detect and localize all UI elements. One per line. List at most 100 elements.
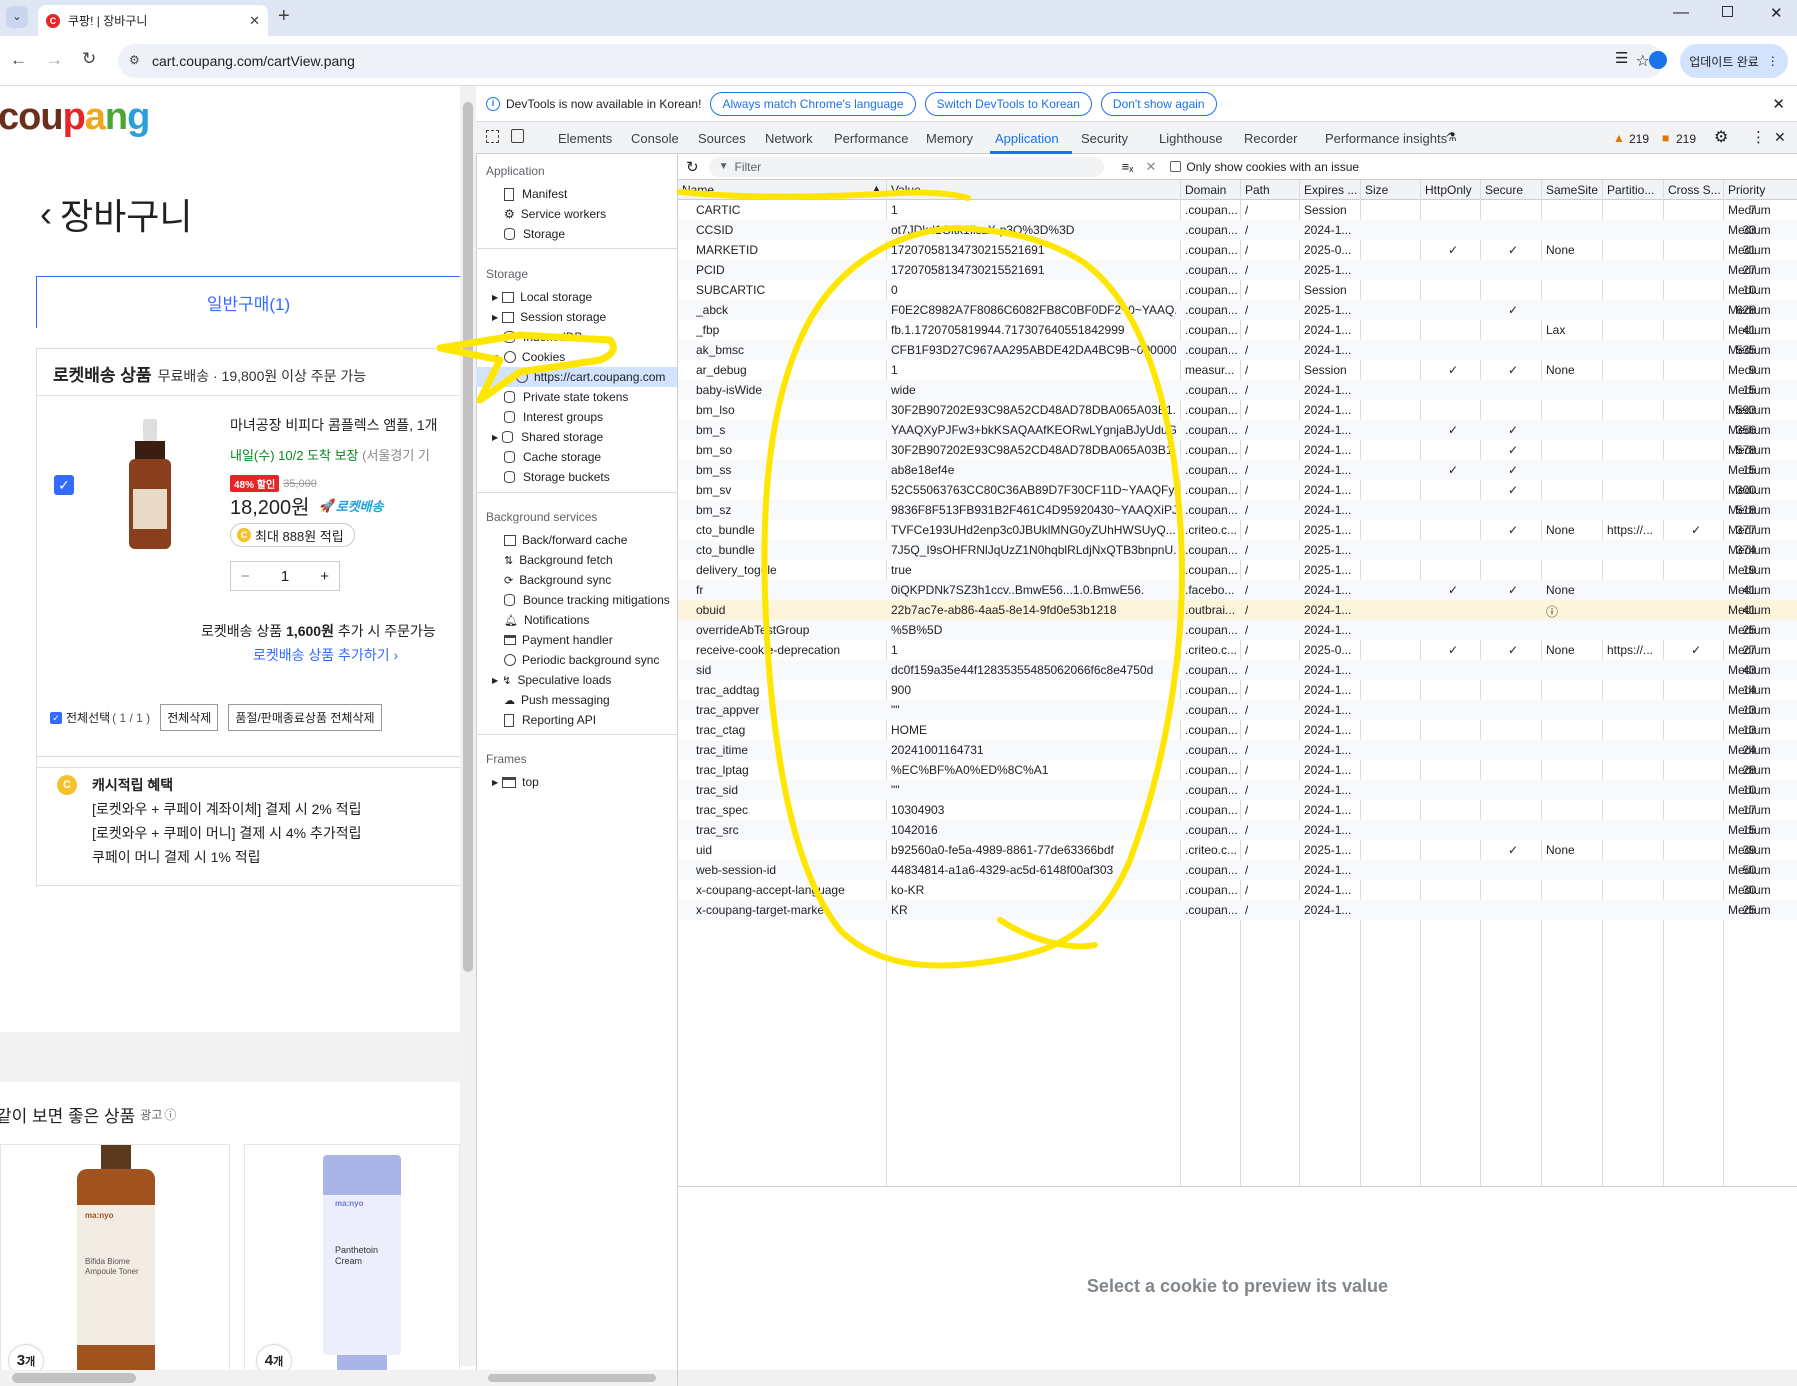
table-row[interactable]: web-session-id 44834814-a1a6-4329-ac5d-61… bbox=[678, 860, 1797, 880]
tab-recorder[interactable]: Recorder bbox=[1244, 131, 1297, 146]
tab-performance-insights[interactable]: Performance insights bbox=[1325, 131, 1447, 146]
table-row[interactable]: _abck F0E2C8982A7F8086C6082FB8C0BF0DF2~0~… bbox=[678, 300, 1797, 320]
table-row[interactable]: MARKETID 17207058134730215521691 .coupan..… bbox=[678, 240, 1797, 260]
page-horizontal-scrollbar[interactable] bbox=[0, 1370, 476, 1386]
expand-arrow-icon[interactable]: ▶ bbox=[492, 293, 498, 302]
update-button[interactable]: 업데이트 완료 ⋮ bbox=[1680, 44, 1788, 78]
tab-sources[interactable]: Sources bbox=[698, 131, 746, 146]
sidebar-item-frame-top[interactable]: ▶ top bbox=[492, 772, 539, 792]
forward-icon[interactable]: → bbox=[46, 50, 63, 70]
sidebar-horizontal-scrollbar[interactable] bbox=[476, 1370, 677, 1386]
sidebar-item-reporting-api[interactable]: Reporting API bbox=[504, 710, 596, 730]
sidebar-item-interest-groups[interactable]: Interest groups bbox=[504, 407, 603, 427]
increase-button[interactable]: + bbox=[320, 568, 329, 585]
tab-memory[interactable]: Memory bbox=[926, 131, 973, 146]
browser-tab[interactable]: C 쿠팡! | 장바구니 ✕ bbox=[38, 5, 268, 36]
col-expires[interactable]: Expires ... bbox=[1304, 183, 1357, 197]
sort-ascending-icon[interactable]: ▲ bbox=[872, 183, 881, 193]
quantity-stepper[interactable]: − 1 + bbox=[230, 561, 340, 591]
col-partition[interactable]: Partitio... bbox=[1607, 183, 1654, 197]
match-language-button[interactable]: Always match Chrome's language bbox=[710, 91, 916, 116]
sidebar-item-session-storage[interactable]: ▶ Session storage bbox=[492, 307, 606, 327]
select-all-label[interactable]: 전체선택 bbox=[66, 709, 110, 726]
minimize-button[interactable]: — bbox=[1673, 4, 1689, 22]
table-row[interactable]: uid b92560a0-fe5a-4989-8861-77de63366bdf.… bbox=[678, 840, 1797, 860]
col-domain[interactable]: Domain bbox=[1185, 183, 1226, 197]
scroll-thumb[interactable] bbox=[463, 102, 473, 972]
sidebar-item-bounce-tracking[interactable]: Bounce tracking mitigations bbox=[504, 590, 670, 610]
item-checkbox[interactable]: ✓ bbox=[54, 475, 74, 495]
maximize-button[interactable] bbox=[1722, 6, 1733, 17]
profile-icon[interactable] bbox=[1649, 51, 1667, 69]
collapse-arrow-icon[interactable]: ▼ bbox=[492, 353, 500, 362]
bookmark-star-icon[interactable]: ☆ bbox=[1636, 51, 1650, 71]
table-row[interactable]: bm_ss ab8e18ef4e .coupan.../2024-1... 15 ✓ ✓ M… bbox=[678, 460, 1797, 480]
table-row[interactable]: PCID 17207058134730215521691 .coupan... / 20… bbox=[678, 260, 1797, 280]
table-horizontal-scrollbar[interactable] bbox=[678, 1370, 1797, 1386]
sidebar-item-periodic-sync[interactable]: Periodic background sync bbox=[504, 650, 659, 670]
address-bar[interactable]: ⚙ cart.coupang.com/cartView.pang ☆ bbox=[118, 44, 1664, 78]
scroll-thumb[interactable] bbox=[12, 1373, 136, 1383]
sidebar-item-cache-storage[interactable]: Cache storage bbox=[504, 447, 601, 467]
settings-gear-icon[interactable]: ⚙ bbox=[1714, 127, 1728, 147]
device-toggle-icon[interactable] bbox=[511, 129, 524, 143]
sidebar-item-background-sync[interactable]: ⟳ Background sync bbox=[504, 570, 611, 590]
more-options-icon[interactable]: ⋮ bbox=[1751, 128, 1766, 146]
rec-card[interactable]: ma:nyo Bifida Biome Ampoule Toner 3개 bbox=[0, 1144, 230, 1386]
select-all-checkbox[interactable]: ✓ bbox=[50, 711, 62, 724]
table-row[interactable]: bm_sv 52C55063763CC80C36AB89D7F30CF11D~YA… bbox=[678, 480, 1797, 500]
sidebar-item-indexeddb[interactable]: IndexedDB bbox=[504, 327, 582, 347]
col-cross-site[interactable]: Cross S... bbox=[1668, 183, 1721, 197]
table-row[interactable]: CARTIC 1 .coupan... / Session 7 Medium bbox=[678, 200, 1797, 220]
tab-general-purchase[interactable]: 일반구매(1) bbox=[36, 276, 460, 328]
col-priority[interactable]: Priority bbox=[1728, 183, 1765, 197]
delete-selected-icon[interactable]: ✕ bbox=[1145, 159, 1156, 175]
table-row[interactable]: overrideAbTestGroup %5B%5D .coupan... / 2024… bbox=[678, 620, 1797, 640]
tab-network[interactable]: Network bbox=[765, 131, 813, 146]
dont-show-button[interactable]: Don't show again bbox=[1100, 91, 1217, 116]
table-row[interactable]: bm_so 30F2B907202E93C98A52CD48AD78DBA065A… bbox=[678, 440, 1797, 460]
table-row[interactable]: trac_lptag %EC%BF%A0%ED%8C%A1 .coupan... / 2… bbox=[678, 760, 1797, 780]
tab-application[interactable]: Application bbox=[995, 131, 1059, 146]
table-row[interactable]: trac_sid "" .coupan.../2024-1... 10 Medium bbox=[678, 780, 1797, 800]
refresh-icon[interactable]: ↻ bbox=[686, 158, 699, 176]
add-rocket-link[interactable]: 로켓배송 상품 추가하기 › bbox=[253, 645, 398, 665]
col-samesite[interactable]: SameSite bbox=[1546, 183, 1598, 197]
only-issues-label[interactable]: Only show cookies with an issue bbox=[1186, 160, 1359, 174]
product-name[interactable]: 마녀공장 비피다 콤플렉스 앰플, 1개 bbox=[230, 415, 438, 435]
expand-arrow-icon[interactable]: ▶ bbox=[492, 676, 498, 685]
site-info-icon[interactable]: ⚙ bbox=[129, 53, 140, 67]
tab-performance[interactable]: Performance bbox=[834, 131, 908, 146]
table-row[interactable]: receive-cookie-deprecation 1 .criteo.c... /… bbox=[678, 640, 1797, 660]
coupang-logo[interactable]: coupang bbox=[0, 96, 150, 139]
col-value[interactable]: Value bbox=[891, 183, 921, 197]
decrease-button[interactable]: − bbox=[241, 568, 250, 585]
delete-all-button[interactable]: 전체삭제 bbox=[160, 704, 219, 731]
inspect-icon[interactable] bbox=[486, 130, 499, 143]
back-icon[interactable]: ← bbox=[10, 50, 27, 70]
issue-icon[interactable]: ■ bbox=[1662, 131, 1669, 145]
table-row[interactable]: _fbp fb.1.1720705819944.71730764055184299… bbox=[678, 320, 1797, 340]
sidebar-item-push-messaging[interactable]: ☁ Push messaging bbox=[504, 690, 610, 710]
sidebar-item-cookie-origin[interactable]: https://cart.coupang.com bbox=[476, 367, 677, 387]
table-row[interactable]: ak_bmsc CFB1F93D27C967AA295ABDE42DA4BC9B~… bbox=[678, 340, 1797, 360]
table-row[interactable]: ar_debug 1 measur... / Session 9 ✓ ✓ None Medium bbox=[678, 360, 1797, 380]
only-issues-checkbox[interactable] bbox=[1170, 161, 1182, 172]
sidebar-item-notifications[interactable]: 🔔︎ Notifications bbox=[504, 610, 589, 630]
switch-korean-button[interactable]: Switch DevTools to Korean bbox=[924, 91, 1092, 116]
sidebar-item-bfcache[interactable]: Back/forward cache bbox=[504, 530, 627, 550]
page-vertical-scrollbar[interactable] bbox=[460, 86, 476, 1366]
tab-lighthouse[interactable]: Lighthouse bbox=[1159, 131, 1223, 146]
back-chevron-icon[interactable]: ‹ bbox=[40, 193, 52, 235]
sidebar-item-payment-handler[interactable]: Payment handler bbox=[504, 630, 613, 650]
sidebar-item-service-workers[interactable]: ⚙ Service workers bbox=[504, 204, 606, 224]
devtools-close-icon[interactable]: ✕ bbox=[1774, 129, 1786, 146]
sidebar-item-storage-buckets[interactable]: Storage buckets bbox=[504, 467, 610, 487]
table-row[interactable]: bm_lso 30F2B907202E93C98A52CD48AD78DBA065… bbox=[678, 400, 1797, 420]
sidebar-item-speculative-loads[interactable]: ▶ ↯ Speculative loads bbox=[492, 670, 611, 690]
filter-input[interactable]: ▼ Filter bbox=[708, 156, 1104, 177]
tab-search-button[interactable]: ⌄ bbox=[6, 6, 28, 28]
tab-console[interactable]: Console bbox=[631, 131, 679, 146]
expand-arrow-icon[interactable]: ▶ bbox=[492, 778, 498, 787]
sidebar-item-local-storage[interactable]: ▶ Local storage bbox=[492, 287, 592, 307]
